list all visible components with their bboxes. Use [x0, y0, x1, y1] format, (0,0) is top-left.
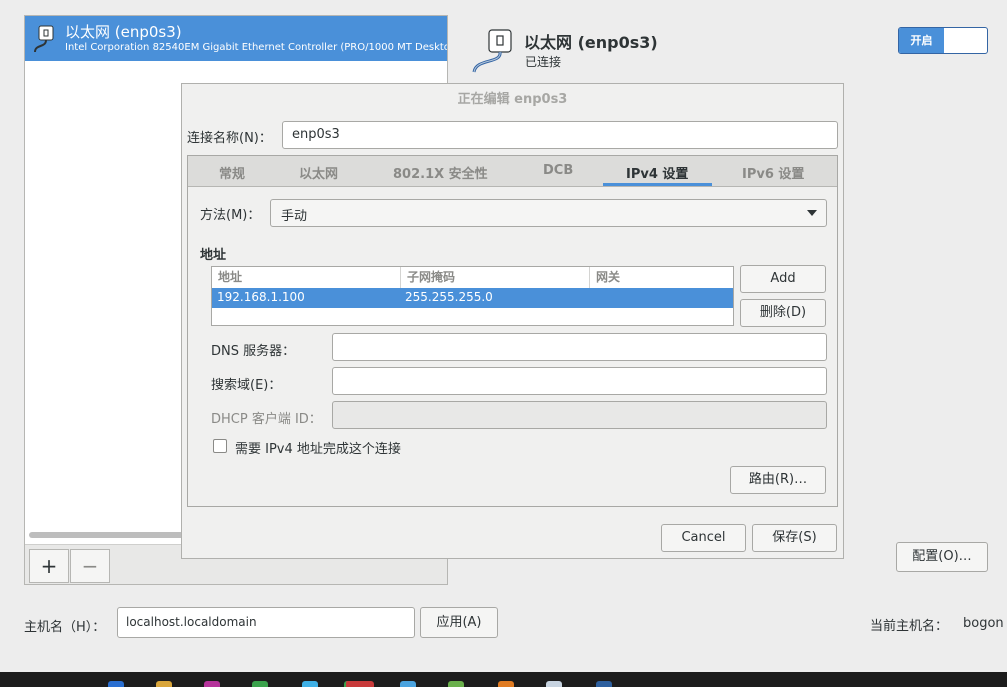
connection-item-enp0s3[interactable]: 以太网 (enp0s3) Intel Corporation 82540EM G… [25, 16, 447, 61]
dhcp-client-id-label: DHCP 客户端 ID： [211, 412, 322, 427]
network-wired-icon [34, 25, 54, 53]
search-domains-label: 搜索域(E)： [211, 378, 282, 393]
configure-button[interactable]: 配置(O)… [896, 542, 988, 572]
taskbar-app-icon[interactable] [204, 681, 220, 687]
remove-connection-button[interactable]: − [70, 549, 110, 583]
device-name: 以太网 (enp0s3) [524, 33, 658, 52]
tab-8021x-security[interactable]: 802.1X 安全性 [393, 163, 488, 182]
method-label: 方法(M)： [200, 208, 261, 223]
taskbar-app-icon[interactable] [252, 681, 268, 687]
taskbar-app-icon[interactable] [448, 681, 464, 687]
table-row[interactable]: 192.168.1.100 255.255.255.0 [212, 288, 733, 308]
settings-notebook: 常规 以太网 802.1X 安全性 DCB IPv4 设置 IPv6 设置 方法… [187, 155, 838, 507]
folder-icon[interactable] [156, 681, 172, 687]
minus-icon: − [81, 554, 99, 578]
plus-icon: + [40, 554, 58, 578]
taskbar-active-app-icon[interactable] [344, 681, 374, 687]
device-status: 已连接 [525, 55, 562, 69]
tab-dcb[interactable]: DCB [543, 163, 573, 178]
connection-item-name: 以太网 (enp0s3) [65, 23, 182, 41]
column-header-netmask[interactable]: 子网掩码 [401, 267, 590, 288]
connection-toggle[interactable]: 开启 [898, 27, 988, 54]
delete-address-button[interactable]: 删除(D) [740, 299, 826, 327]
taskbar-app-icon[interactable] [546, 681, 562, 687]
apply-hostname-button[interactable]: 应用(A) [420, 607, 498, 638]
column-header-address[interactable]: 地址 [212, 267, 401, 288]
save-button[interactable]: 保存(S) [752, 524, 837, 552]
dhcp-client-id-input [332, 401, 827, 429]
tab-general[interactable]: 常规 [219, 163, 245, 182]
connection-name-input[interactable]: enp0s3 [282, 121, 838, 149]
tab-ipv4-settings[interactable]: IPv4 设置 [626, 163, 688, 182]
routes-button[interactable]: 路由(R)… [730, 466, 826, 494]
connection-name-label: 连接名称(N)： [187, 131, 272, 146]
hostname-label: 主机名（H）： [24, 620, 106, 635]
column-header-gateway[interactable]: 网关 [590, 267, 733, 288]
current-hostname-label: 当前主机名： [870, 619, 949, 634]
taskbar-app-icon[interactable] [302, 681, 318, 687]
network-wired-icon [472, 29, 512, 73]
require-ipv4-label[interactable]: 需要 IPv4 地址完成这个连接 [235, 438, 401, 457]
taskbar-app-icon[interactable] [108, 681, 124, 687]
cancel-button[interactable]: Cancel [661, 524, 746, 552]
list-scrollbar[interactable] [29, 532, 185, 538]
search-domains-input[interactable] [332, 367, 827, 395]
dns-servers-label: DNS 服务器： [211, 344, 296, 359]
method-value: 手动 [281, 209, 308, 224]
tab-ipv6-settings[interactable]: IPv6 设置 [742, 163, 804, 182]
cell-netmask[interactable]: 255.255.255.0 [405, 290, 493, 304]
add-address-button[interactable]: Add [740, 265, 826, 293]
address-table: 地址 子网掩码 网关 192.168.1.100 255.255.255.0 [211, 266, 734, 326]
chevron-down-icon [807, 210, 817, 216]
method-select[interactable]: 手动 [270, 199, 827, 227]
cell-address[interactable]: 192.168.1.100 [217, 290, 305, 304]
add-connection-button[interactable]: + [29, 549, 69, 583]
taskbar-app-icon[interactable] [400, 681, 416, 687]
address-section-title: 地址 [200, 248, 227, 263]
edit-connection-dialog: 正在编辑 enp0s3 连接名称(N)： enp0s3 常规 以太网 802.1… [181, 83, 844, 559]
connection-item-description: Intel Corporation 82540EM Gigabit Ethern… [65, 42, 447, 53]
active-tab-indicator [603, 183, 712, 186]
dns-servers-input[interactable] [332, 333, 827, 361]
require-ipv4-checkbox[interactable] [213, 439, 227, 453]
hostname-input[interactable]: localhost.localdomain [117, 607, 415, 638]
tab-ethernet[interactable]: 以太网 [299, 163, 338, 182]
dialog-title: 正在编辑 enp0s3 [457, 92, 568, 107]
current-hostname-value: bogon [963, 616, 1004, 631]
taskbar [0, 672, 1007, 687]
taskbar-app-icon[interactable] [596, 681, 612, 687]
taskbar-app-icon[interactable] [498, 681, 514, 687]
toggle-on-label: 开启 [899, 28, 944, 53]
tab-bar: 常规 以太网 802.1X 安全性 DCB IPv4 设置 IPv6 设置 [188, 156, 837, 187]
